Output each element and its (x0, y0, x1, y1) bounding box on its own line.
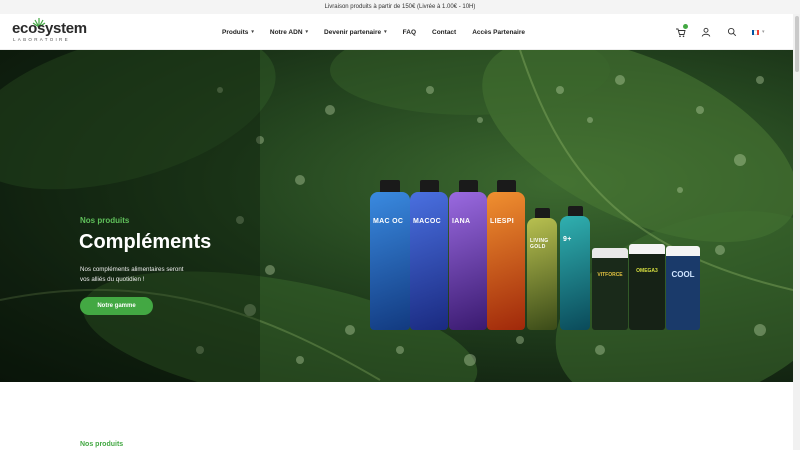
nav-item-produits[interactable]: Produits ▾ (222, 29, 254, 36)
product-bottle: 9+ (560, 206, 590, 330)
chevron-down-icon: ▾ (251, 29, 254, 35)
hero-label: Nos produits (80, 216, 130, 225)
search-icon[interactable] (726, 26, 738, 38)
product-bottle: LIESPI (487, 180, 525, 330)
announcement-bar: Livraison produits à partir de 150€ (Liv… (0, 0, 800, 14)
product-jar: OMEGA3 (629, 244, 665, 330)
notre-gamme-button[interactable]: Notre gamme (80, 297, 153, 315)
hero-description: Nos compléments alimentaires seront vos … (80, 266, 184, 283)
nav-item-acces-partenaire[interactable]: Accès Partenaire (472, 29, 525, 36)
nav-item-label: Produits (222, 28, 249, 36)
product-bottle: IANA (449, 180, 487, 330)
chevron-down-icon: ▾ (762, 29, 765, 35)
hero-title: Compléments (79, 231, 212, 253)
site-logo[interactable]: ecosystem LABORATOIRE (12, 18, 87, 46)
chevron-down-icon: ▾ (305, 29, 309, 35)
nav-item-devenir-partenaire[interactable]: Devenir partenaire ▾ (324, 29, 387, 36)
nav-item-faq[interactable]: FAQ (403, 29, 416, 36)
product-name: LIESPI (490, 218, 514, 225)
product-name: IANA (452, 218, 471, 225)
product-showcase: MAC OC MACOC IANA LIESPI LIVING GOLD 9+ … (370, 170, 710, 330)
product-bottle: LIVING GOLD (527, 208, 557, 330)
product-name: MACOC (413, 218, 441, 225)
nav-item-label: FAQ (402, 28, 417, 36)
product-bottle: MAC OC (370, 180, 410, 330)
france-flag-icon (752, 29, 759, 35)
site-header: ecosystem LABORATOIRE Produits ▾ Notre A… (0, 14, 800, 50)
main-nav: Produits ▾ Notre ADN ▾ Devenir partenair… (222, 14, 541, 50)
product-name: VITFORCE (597, 272, 623, 278)
nav-item-contact[interactable]: Contact (432, 29, 456, 36)
product-name: MAC OC (373, 218, 404, 225)
header-actions: ▾ (674, 14, 765, 50)
section-label: Nos produits (80, 441, 124, 448)
product-name: OMEGA3 (636, 268, 658, 274)
nav-item-label: Contact (432, 28, 457, 36)
product-jar: COOL (666, 246, 700, 330)
scrollbar-thumb[interactable] (795, 16, 799, 72)
nav-item-label: Notre ADN (269, 28, 303, 36)
cart-badge (683, 24, 688, 29)
product-name: LIVING GOLD (530, 238, 549, 250)
product-bottle: MACOC (410, 180, 448, 330)
logo-name: ecosystem (12, 20, 87, 37)
nav-item-label: Devenir partenaire (324, 28, 382, 36)
nav-item-notre-adn[interactable]: Notre ADN ▾ (270, 29, 308, 36)
scrollbar-track[interactable] (793, 14, 800, 450)
hero-banner: Nos produits Compléments Nos compléments… (0, 50, 793, 382)
user-icon[interactable] (700, 26, 712, 38)
announcement-text: Livraison produits à partir de 150€ (Liv… (324, 4, 476, 10)
product-jar: VITFORCE (592, 248, 628, 330)
language-selector[interactable]: ▾ (752, 29, 765, 35)
product-name: COOL (671, 270, 695, 279)
logo-tagline: LABORATOIRE (13, 37, 70, 42)
product-name: 9+ (563, 236, 572, 243)
cart-icon[interactable] (674, 24, 688, 38)
nav-item-label: Accès Partenaire (472, 28, 525, 36)
chevron-down-icon: ▾ (384, 29, 387, 35)
